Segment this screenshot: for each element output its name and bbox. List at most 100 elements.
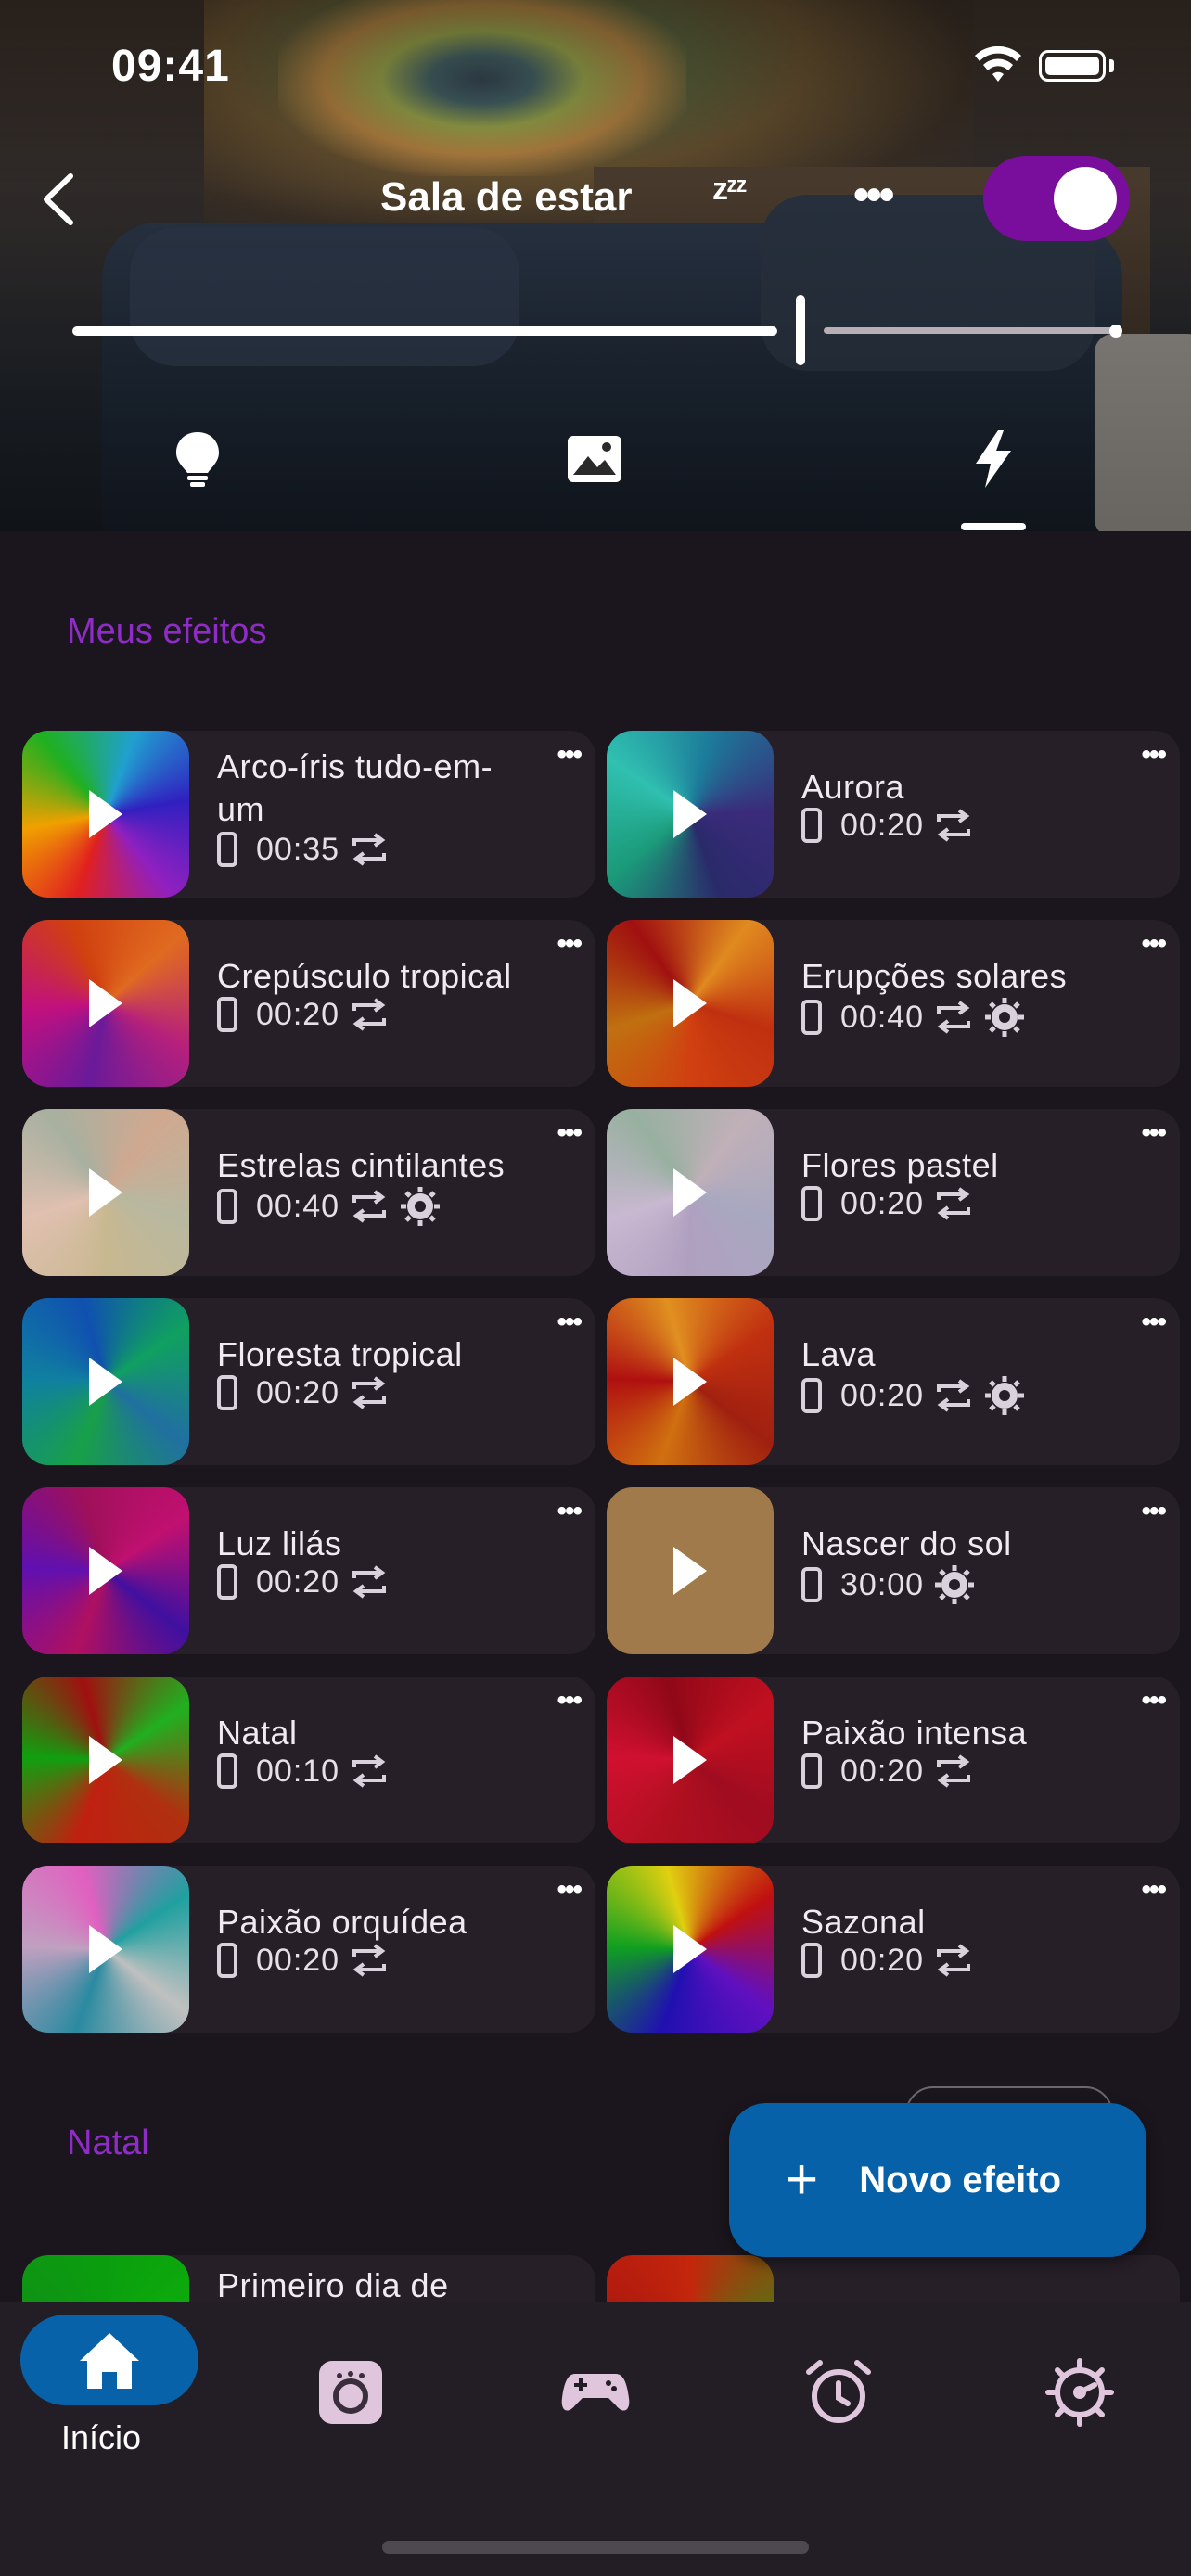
more-options-icon[interactable]: •••	[853, 170, 894, 221]
effect-more-icon[interactable]: •••	[557, 930, 582, 958]
tab-effects-lightning-icon[interactable]	[961, 427, 1026, 491]
effect-duration: 00:20	[840, 807, 925, 843]
effect-thumbnail[interactable]	[607, 920, 774, 1087]
effect-name: Floresta tropical	[217, 1335, 463, 1373]
phone-icon	[801, 1753, 822, 1789]
repeat-icon	[352, 1376, 387, 1409]
play-icon[interactable]	[673, 1358, 707, 1406]
effect-duration: 00:40	[256, 1188, 340, 1224]
effect-thumbnail[interactable]	[22, 1677, 189, 1843]
play-icon[interactable]	[673, 1168, 707, 1217]
plus-icon: +	[785, 2148, 819, 2212]
effect-card[interactable]: Lava 00:20 •••	[607, 1298, 1180, 1465]
phone-icon	[217, 997, 237, 1032]
play-icon[interactable]	[673, 979, 707, 1027]
gamepad-icon[interactable]	[560, 2357, 631, 2428]
new-effect-label: Novo efeito	[859, 2159, 1062, 2200]
effect-meta: 00:20	[801, 1942, 974, 1979]
effect-card[interactable]: Natal 00:10 •••	[22, 1677, 596, 1843]
play-icon[interactable]	[89, 790, 122, 838]
alarm-clock-icon[interactable]	[803, 2357, 874, 2428]
nav-home-label[interactable]: Início	[61, 2418, 141, 2457]
brightness-slider-track-inactive[interactable]	[824, 327, 1119, 334]
effect-more-icon[interactable]: •••	[557, 1119, 582, 1147]
play-icon[interactable]	[89, 1358, 122, 1406]
effect-more-icon[interactable]: •••	[1141, 1119, 1166, 1147]
phone-icon	[217, 832, 237, 867]
effect-duration: 00:35	[256, 831, 340, 867]
effect-thumbnail[interactable]	[22, 1298, 189, 1465]
effect-meta: 00:40	[217, 1185, 442, 1228]
effect-card[interactable]: Flores pastel 00:20 •••	[607, 1109, 1180, 1276]
play-icon[interactable]	[673, 1925, 707, 1973]
effect-card[interactable]: Arco-íris tudo-em-um 00:35 •••	[22, 731, 596, 898]
play-icon[interactable]	[89, 1925, 122, 1973]
effect-thumbnail[interactable]	[607, 1487, 774, 1654]
effect-thumbnail[interactable]	[22, 1109, 189, 1276]
effect-card[interactable]: Estrelas cintilantes 00:40 •••	[22, 1109, 596, 1276]
play-icon[interactable]	[89, 1547, 122, 1595]
effect-meta: 00:20	[217, 1942, 390, 1979]
effect-card[interactable]: Floresta tropical 00:20 •••	[22, 1298, 596, 1465]
back-chevron-icon[interactable]	[37, 167, 83, 232]
effect-name: Erupções solares	[801, 957, 1068, 995]
effect-thumbnail[interactable]	[22, 920, 189, 1087]
effect-more-icon[interactable]: •••	[1141, 1687, 1166, 1715]
effect-more-icon[interactable]: •••	[1141, 1498, 1166, 1525]
effect-thumbnail[interactable]	[607, 1109, 774, 1276]
effect-more-icon[interactable]: •••	[1141, 1308, 1166, 1336]
effect-card[interactable]: Nascer do sol 30:00 •••	[607, 1487, 1180, 1654]
new-effect-button[interactable]: + Novo efeito	[729, 2103, 1146, 2257]
sleep-icon[interactable]: zᶻᶻ	[712, 172, 748, 208]
effect-more-icon[interactable]: •••	[1141, 930, 1166, 958]
effect-thumbnail[interactable]	[607, 731, 774, 898]
effect-card[interactable]: Crepúsculo tropical 00:20 •••	[22, 920, 596, 1087]
effect-thumbnail[interactable]	[607, 1298, 774, 1465]
effect-card[interactable]: Paixão intensa 00:20 •••	[607, 1677, 1180, 1843]
play-icon[interactable]	[673, 1547, 707, 1595]
effect-card[interactable]: Luz lilás 00:20 •••	[22, 1487, 596, 1654]
effect-more-icon[interactable]: •••	[557, 1498, 582, 1525]
tab-colors-bulb-icon[interactable]	[165, 427, 230, 491]
repeat-icon	[352, 833, 387, 866]
effect-more-icon[interactable]: •••	[557, 1687, 582, 1715]
effect-name: Aurora	[801, 768, 905, 806]
settings-gear-icon[interactable]	[1044, 2357, 1115, 2428]
tab-scenes-image-icon[interactable]	[562, 427, 627, 491]
effect-more-icon[interactable]: •••	[1141, 741, 1166, 769]
home-icon[interactable]	[74, 2326, 145, 2396]
effect-thumbnail[interactable]	[22, 1487, 189, 1654]
effect-thumbnail[interactable]	[607, 1866, 774, 2033]
effect-meta: 00:20	[801, 807, 974, 844]
effect-more-icon[interactable]: •••	[557, 1308, 582, 1336]
play-icon[interactable]	[89, 1168, 122, 1217]
effect-more-icon[interactable]: •••	[1141, 1876, 1166, 1904]
effect-name: Paixão intensa	[801, 1714, 1028, 1752]
effect-card[interactable]: Sazonal 00:20 •••	[607, 1866, 1180, 2033]
brightness-gear-icon	[985, 998, 1025, 1037]
effect-thumbnail[interactable]	[22, 1866, 189, 2033]
repeat-icon	[352, 998, 387, 1031]
effect-duration: 00:20	[840, 1753, 925, 1789]
play-icon[interactable]	[673, 790, 707, 838]
brightness-slider-thumb[interactable]	[796, 295, 805, 365]
status-time: 09:41	[111, 42, 230, 91]
repeat-icon	[937, 1001, 971, 1034]
effect-meta: 00:40	[801, 996, 1026, 1039]
power-toggle[interactable]	[983, 156, 1130, 241]
play-icon[interactable]	[89, 1736, 122, 1784]
effect-thumbnail[interactable]	[607, 1677, 774, 1843]
phone-icon	[801, 808, 822, 843]
play-icon[interactable]	[89, 979, 122, 1027]
effect-thumbnail[interactable]	[22, 731, 189, 898]
effect-meta: 00:35	[217, 831, 390, 868]
effect-card[interactable]: Erupções solares 00:40 •••	[607, 920, 1180, 1087]
effect-more-icon[interactable]: •••	[557, 1876, 582, 1904]
brightness-slider-track-active[interactable]	[72, 326, 777, 336]
play-icon[interactable]	[673, 1736, 707, 1784]
light-device-icon[interactable]	[315, 2357, 386, 2428]
effect-more-icon[interactable]: •••	[557, 741, 582, 769]
effect-card[interactable]: Paixão orquídea 00:20 •••	[22, 1866, 596, 2033]
effect-card[interactable]: Aurora 00:20 •••	[607, 731, 1180, 898]
effect-name: Flores pastel	[801, 1146, 999, 1184]
